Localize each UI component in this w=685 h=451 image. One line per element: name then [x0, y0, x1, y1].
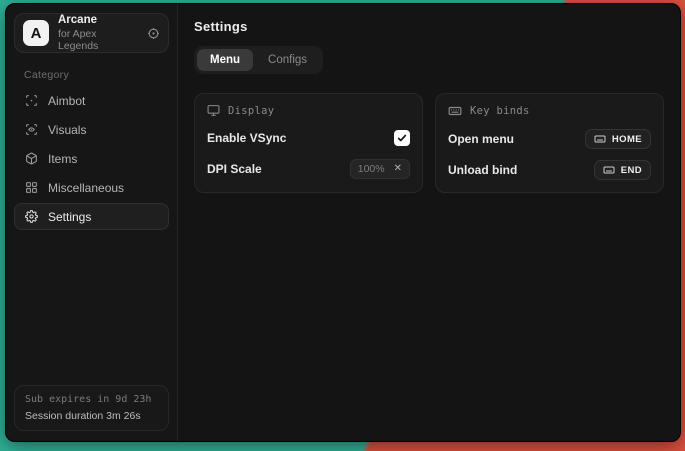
unload-bind-label: Unload bind: [448, 163, 517, 177]
dpi-scale-label: DPI Scale: [207, 162, 262, 176]
crosshair-icon: [25, 94, 38, 107]
package-icon: [25, 152, 38, 165]
clear-icon[interactable]: ✕: [394, 164, 402, 174]
page-title: Settings: [194, 19, 664, 34]
sidebar-item-label: Items: [48, 152, 77, 166]
display-card-title: Display: [228, 105, 274, 117]
vsync-label: Enable VSync: [207, 131, 286, 145]
open-menu-label: Open menu: [448, 132, 514, 146]
app-window: A Arcane for Apex Legends Category Aimbo…: [5, 3, 681, 442]
dpi-scale-value: 100%: [358, 163, 385, 175]
category-label: Category: [24, 69, 169, 81]
sidebar-item-aimbot[interactable]: Aimbot: [14, 87, 169, 114]
keyboard-icon: [603, 164, 615, 176]
sidebar-item-label: Visuals: [48, 123, 86, 137]
open-menu-row: Open menu HOME: [448, 129, 651, 149]
sidebar-item-label: Settings: [48, 210, 91, 224]
sub-expiry-text: Sub expires in 9d 23h: [25, 394, 158, 405]
dpi-scale-row: DPI Scale 100% ✕: [207, 159, 410, 179]
sidebar: A Arcane for Apex Legends Category Aimbo…: [6, 4, 178, 441]
grid-icon: [25, 181, 38, 194]
sidebar-item-miscellaneous[interactable]: Miscellaneous: [14, 174, 169, 201]
unload-bind-key: END: [621, 165, 642, 176]
sidebar-spacer: [14, 230, 169, 385]
sidebar-item-label: Aimbot: [48, 94, 85, 108]
main-content: Settings Menu Configs Display Enable VSy…: [178, 4, 680, 441]
tab-menu[interactable]: Menu: [197, 49, 253, 71]
gear-icon: [25, 210, 38, 223]
sidebar-item-visuals[interactable]: Visuals: [14, 116, 169, 143]
keyboard-icon: [448, 104, 462, 118]
subscription-card: Sub expires in 9d 23h Session duration 3…: [14, 385, 169, 431]
sidebar-nav: Aimbot Visuals Items Miscellaneous: [14, 87, 169, 230]
sidebar-item-label: Miscellaneous: [48, 181, 124, 195]
sidebar-item-settings[interactable]: Settings: [14, 203, 169, 230]
unload-bind-row: Unload bind END: [448, 160, 651, 180]
brand-card: A Arcane for Apex Legends: [14, 13, 169, 53]
tab-group: Menu Configs: [194, 46, 323, 74]
keybinds-card-header: Key binds: [448, 104, 651, 118]
open-menu-keybind-button[interactable]: HOME: [585, 129, 651, 149]
target-icon[interactable]: [147, 27, 160, 40]
display-card-header: Display: [207, 104, 410, 117]
tab-configs[interactable]: Configs: [255, 49, 320, 71]
brand-title: Arcane: [58, 14, 138, 27]
brand-text: Arcane for Apex Legends: [58, 14, 138, 52]
dpi-scale-input[interactable]: 100% ✕: [350, 159, 410, 179]
open-menu-key: HOME: [612, 134, 642, 145]
session-duration-text: Session duration 3m 26s: [25, 410, 158, 422]
scan-eye-icon: [25, 123, 38, 136]
vsync-row: Enable VSync: [207, 128, 410, 148]
cards-row: Display Enable VSync DPI Scale 100% ✕: [194, 93, 664, 193]
vsync-checkbox[interactable]: [394, 130, 410, 146]
monitor-icon: [207, 104, 220, 117]
app-logo: A: [23, 20, 49, 46]
sidebar-item-items[interactable]: Items: [14, 145, 169, 172]
keyboard-icon: [594, 133, 606, 145]
unload-bind-keybind-button[interactable]: END: [594, 160, 651, 180]
keybinds-card: Key binds Open menu HOME Unload bind: [435, 93, 664, 193]
display-card: Display Enable VSync DPI Scale 100% ✕: [194, 93, 423, 193]
keybinds-card-title: Key binds: [470, 105, 530, 117]
brand-subtitle: for Apex Legends: [58, 28, 138, 52]
